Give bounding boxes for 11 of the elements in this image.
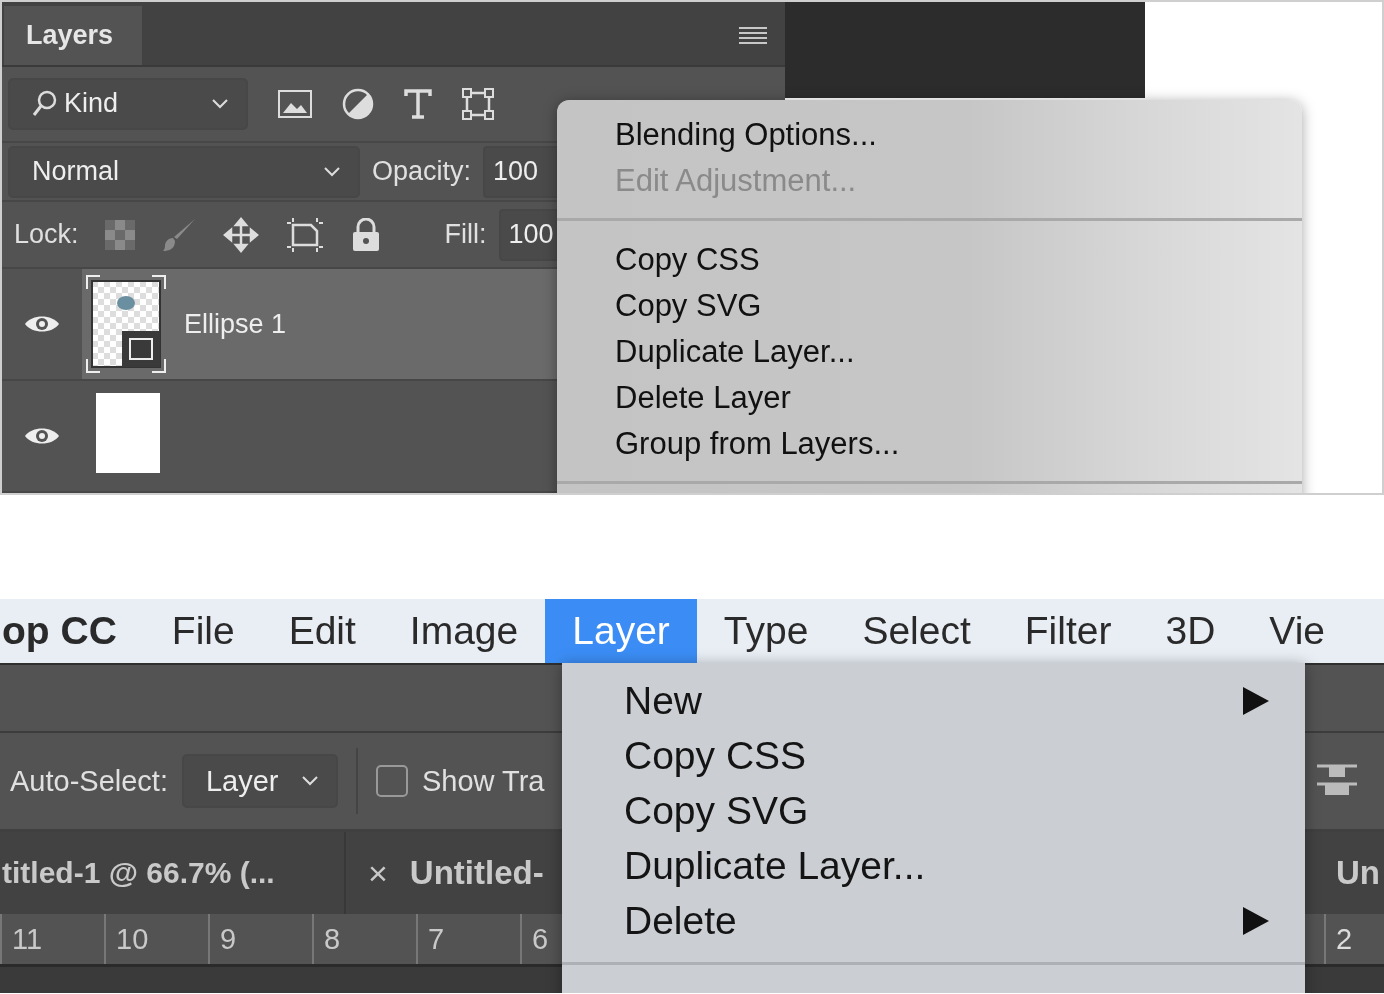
ruler-label: 7: [416, 914, 520, 964]
ruler-label: 8: [312, 914, 416, 964]
opacity-label: Opacity:: [372, 156, 472, 187]
lock-label: Lock:: [14, 219, 79, 251]
ruler-label: 11: [0, 914, 104, 964]
auto-select-label: Auto-Select:: [10, 764, 168, 798]
fill-label: Fill:: [444, 219, 487, 251]
ruler-label: 2: [1324, 914, 1384, 964]
ruler-label: 10: [104, 914, 208, 964]
ruler-label: 9: [208, 914, 312, 964]
show-transform-label: Show Tra: [422, 764, 545, 798]
